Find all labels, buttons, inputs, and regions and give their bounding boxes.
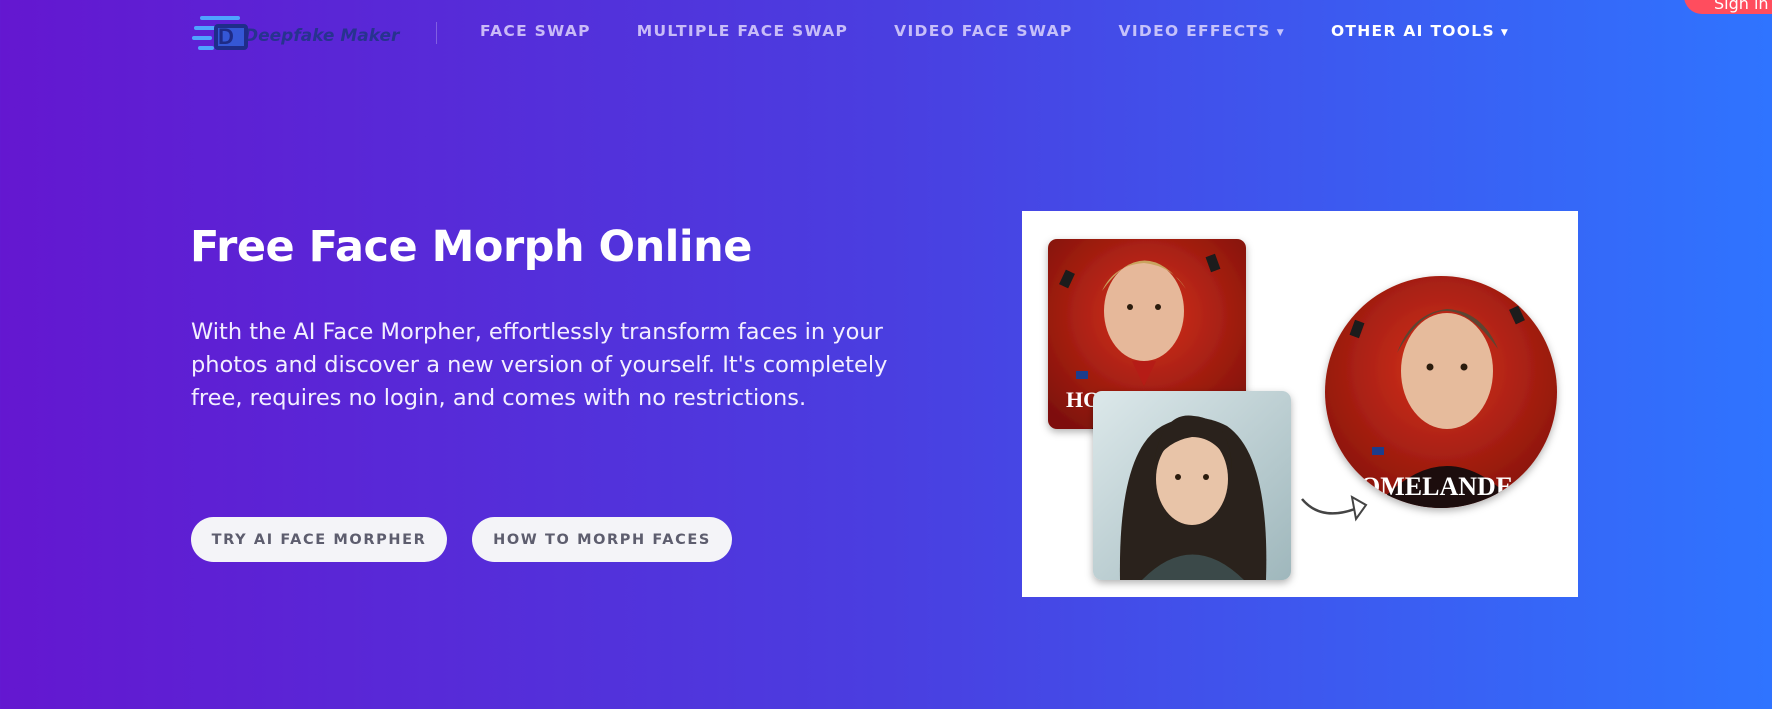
hero-title: Free Face Morph Online <box>190 222 752 272</box>
nav-label: OTHER AI TOOLS <box>1330 22 1495 40</box>
nav-label: VIDEO EFFECTS <box>1118 22 1271 40</box>
site-header: D Deepfake Maker FACE SWAP MULTIPLE FACE… <box>0 0 1772 66</box>
logo-icon: D <box>192 14 250 52</box>
morph-example-image: HO OMELANDE <box>1048 239 1557 580</box>
result-photo: OMELANDE <box>1325 276 1557 508</box>
nav-video-effects[interactable]: VIDEO EFFECTS ▼ <box>1119 22 1285 40</box>
nav-label: FACE SWAP <box>480 22 591 40</box>
caret-down-icon: ▼ <box>1500 28 1510 38</box>
nav-label: MULTIPLE FACE SWAP <box>636 22 849 40</box>
caret-down-icon: ▼ <box>1276 28 1285 38</box>
source-photo-2 <box>1093 391 1291 580</box>
site-logo[interactable]: D Deepfake Maker <box>192 14 399 52</box>
nav-face-swap[interactable]: FACE SWAP <box>480 22 591 40</box>
hero-description: With the AI Face Morpher, effortlessly t… <box>191 319 888 411</box>
nav-label: VIDEO FACE SWAP <box>894 22 1073 40</box>
try-ai-face-morpher-button[interactable]: TRY AI FACE MORPHER <box>191 517 447 562</box>
how-to-morph-faces-button[interactable]: HOW TO MORPH FACES <box>472 517 732 562</box>
logo-text: Deepfake Maker <box>244 26 400 46</box>
result-text: OMELANDE <box>1360 472 1513 501</box>
main-nav: FACE SWAP MULTIPLE FACE SWAP VIDEO FACE … <box>480 22 1555 40</box>
face-morph-illustration: HO OMELANDE <box>1022 211 1578 597</box>
nav-multiple-face-swap[interactable]: MULTIPLE FACE SWAP <box>637 22 848 40</box>
nav-video-face-swap[interactable]: VIDEO FACE SWAP <box>894 22 1072 40</box>
header-divider <box>436 22 437 44</box>
sign-in-button[interactable]: Sign in <box>1684 0 1772 14</box>
nav-other-ai-tools[interactable]: OTHER AI TOOLS ▼ <box>1331 22 1509 40</box>
arrow-icon <box>1301 495 1368 522</box>
